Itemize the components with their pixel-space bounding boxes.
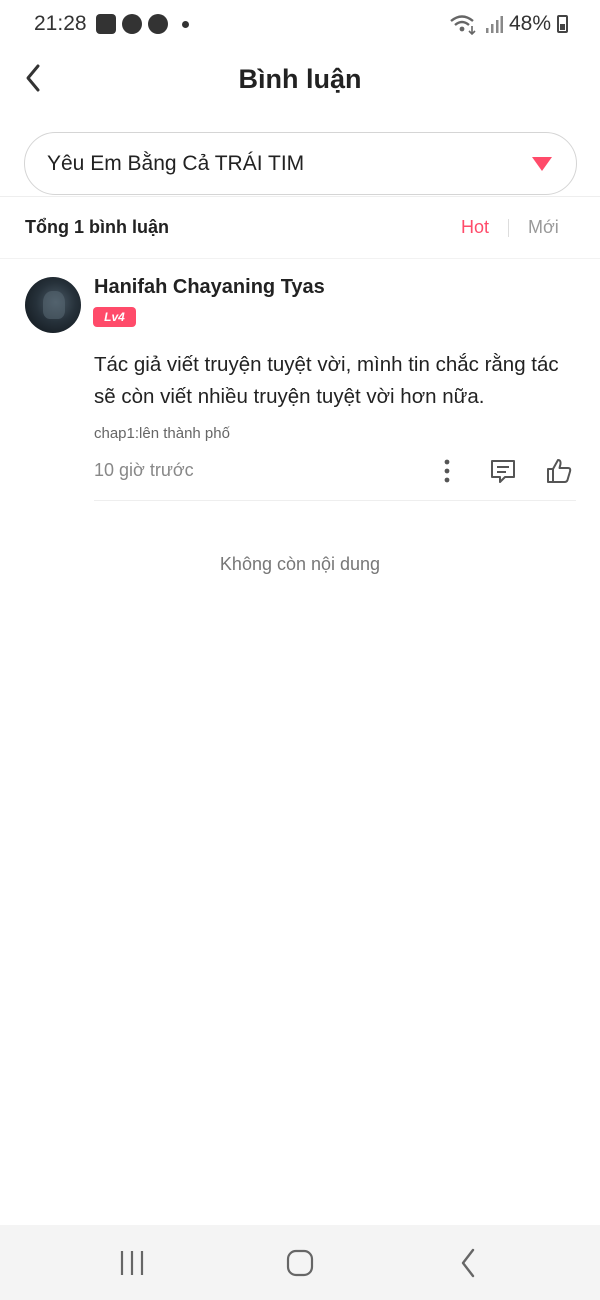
divider xyxy=(0,196,600,197)
thumbs-up-icon xyxy=(547,459,572,483)
battery-percent: 48% xyxy=(508,12,551,35)
status-system-icons: 48% xyxy=(449,12,568,36)
system-back-button[interactable] xyxy=(448,1243,488,1283)
page-title: Bình luận xyxy=(238,64,362,94)
sort-new-tab[interactable]: Mới xyxy=(528,217,559,238)
book-selector-value: Yêu Em Bằng Cả TRÁI TIM xyxy=(47,152,305,175)
like-button[interactable] xyxy=(544,456,574,486)
end-of-list-message: Không còn nội dung xyxy=(219,554,381,574)
status-notification-icons xyxy=(96,14,189,34)
browser-icon xyxy=(122,14,142,34)
facebook-icon xyxy=(148,14,168,34)
comment-time: 10 giờ trước xyxy=(94,460,194,480)
home-button[interactable] xyxy=(280,1243,320,1283)
divider xyxy=(94,500,576,501)
notification-dot-icon xyxy=(182,20,189,28)
battery-icon xyxy=(557,15,568,33)
triangle-down-icon xyxy=(532,157,552,171)
signal-icon xyxy=(485,16,503,33)
home-icon xyxy=(286,1249,314,1277)
status-bar: 21:28 48% xyxy=(0,0,600,48)
recent-apps-icon xyxy=(120,1251,144,1275)
header: Bình luận xyxy=(0,48,600,112)
comment-icon xyxy=(491,460,515,483)
avatar[interactable] xyxy=(25,277,81,333)
level-badge: Lv4 xyxy=(93,307,136,327)
comment-username[interactable]: Hanifah Chayaning Tyas xyxy=(94,276,325,299)
more-options-button[interactable] xyxy=(432,456,462,486)
comment-chapter[interactable]: chap1:lên thành phố xyxy=(94,425,230,442)
comment-text: Tác giả viết truyện tuyệt vời, mình tin … xyxy=(94,353,559,408)
book-selector[interactable]: Yêu Em Bằng Cả TRÁI TIM xyxy=(24,132,577,195)
system-nav-bar xyxy=(0,1225,600,1300)
reply-button[interactable] xyxy=(488,456,518,486)
status-time: 21:28 xyxy=(34,12,87,35)
gallery-icon xyxy=(96,14,116,34)
more-vertical-icon xyxy=(444,459,450,483)
divider xyxy=(0,258,600,259)
comment-count: Tổng 1 bình luận xyxy=(25,217,169,237)
sort-separator xyxy=(508,219,509,237)
back-arrow-icon xyxy=(461,1248,475,1278)
wifi-icon xyxy=(450,15,476,35)
recent-apps-button[interactable] xyxy=(112,1243,152,1283)
sort-hot-tab[interactable]: Hot xyxy=(461,217,489,238)
